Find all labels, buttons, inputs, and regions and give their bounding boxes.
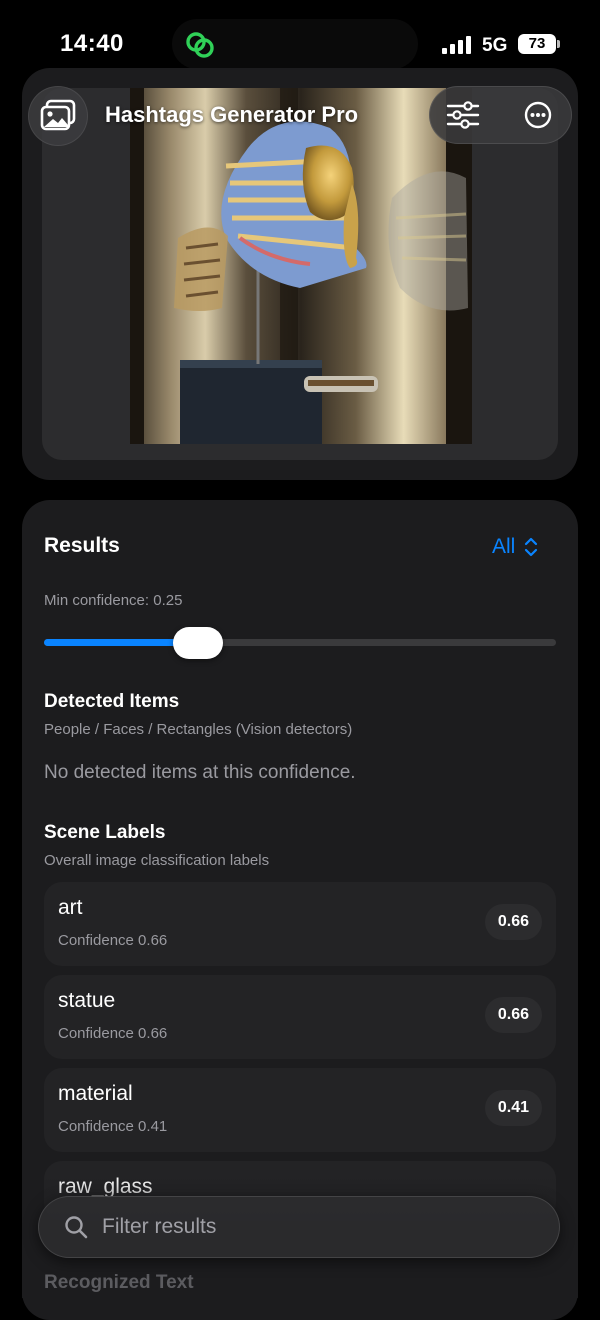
scene-label-confidence: Confidence 0.66	[58, 1025, 168, 1042]
scene-labels-subtitle: Overall image classification labels	[44, 852, 270, 869]
results-title: Results	[44, 534, 120, 557]
sliders-icon	[446, 101, 480, 129]
min-confidence-label: Min confidence: 0.25	[44, 592, 183, 609]
scene-label-name: material	[58, 1082, 133, 1105]
scene-label-row[interactable]: material Confidence 0.41 0.41	[44, 1068, 556, 1152]
more-options-button[interactable]	[502, 86, 572, 144]
confidence-badge: 0.41	[484, 1090, 542, 1126]
search-icon	[65, 1216, 88, 1239]
scene-label-confidence: Confidence 0.66	[58, 932, 168, 949]
confidence-badge: 0.66	[484, 997, 542, 1033]
status-time: 14:40	[60, 30, 124, 57]
detected-items-subtitle: People / Faces / Rectangles (Vision dete…	[44, 721, 353, 738]
results-filter-select[interactable]: All	[492, 535, 515, 559]
dynamic-island	[172, 19, 418, 69]
cellular-signal-icon	[442, 36, 474, 54]
scene-label-row[interactable]: statue Confidence 0.66 0.66	[44, 975, 556, 1059]
confidence-slider-thumb[interactable]	[173, 627, 223, 659]
battery-tip	[557, 40, 560, 48]
header-actions	[429, 86, 572, 144]
search-placeholder: Filter results	[102, 1215, 217, 1238]
detected-items-title: Detected Items	[44, 691, 180, 712]
settings-sliders-button[interactable]	[429, 86, 499, 144]
chevron-up-down-icon[interactable]	[524, 536, 538, 558]
scene-label-confidence: Confidence 0.41	[58, 1118, 168, 1135]
confidence-badge: 0.66	[484, 904, 542, 940]
link-rings-icon	[186, 32, 214, 58]
photo-library-button[interactable]	[28, 86, 88, 146]
battery-icon: 73	[518, 34, 556, 54]
detected-items-empty-message: No detected items at this confidence.	[44, 762, 356, 783]
scene-label-row[interactable]: art Confidence 0.66 0.66	[44, 882, 556, 966]
scene-label-name: art	[58, 896, 83, 919]
recognized-text-title: Recognized Text	[44, 1272, 194, 1293]
selected-photo	[130, 88, 472, 444]
scene-label-name: statue	[58, 989, 116, 1012]
photo-library-icon	[40, 99, 76, 131]
app-title: Hashtags Generator Pro	[105, 102, 359, 127]
filter-search-field[interactable]: Filter results	[38, 1196, 560, 1258]
scene-labels-title: Scene Labels	[44, 822, 166, 843]
network-type: 5G	[482, 35, 508, 56]
more-ellipsis-icon	[524, 101, 552, 129]
